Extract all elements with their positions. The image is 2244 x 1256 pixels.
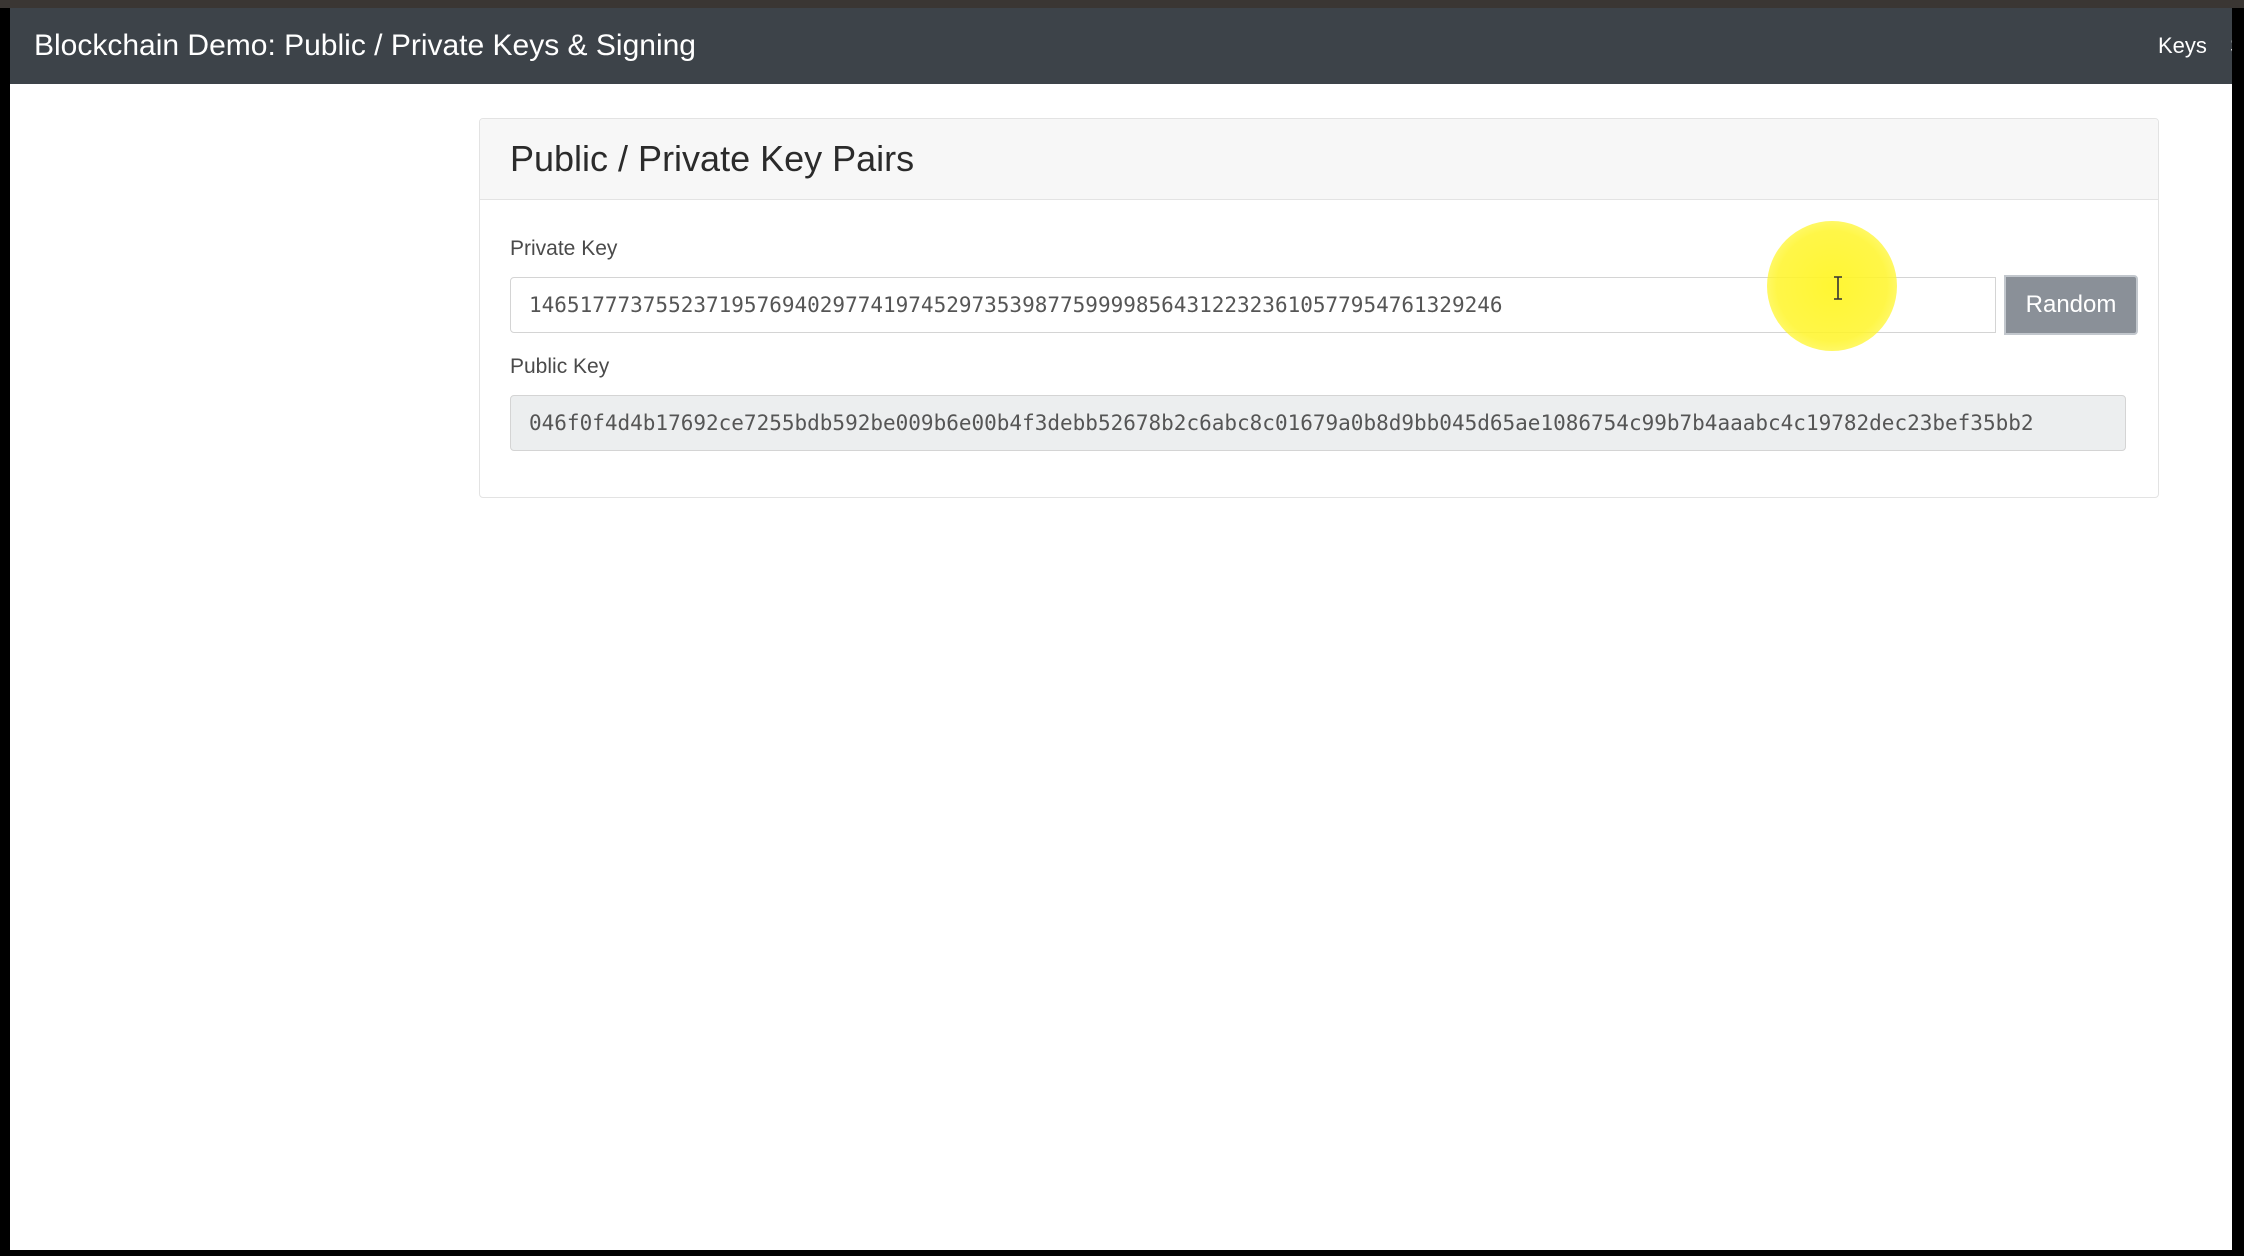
browser-viewport: Blockchain Demo: Public / Private Keys &…	[10, 8, 2232, 1250]
private-key-label: Private Key	[510, 237, 618, 260]
random-button[interactable]: Random	[2004, 275, 2138, 335]
nav-link-keys[interactable]: Keys	[2158, 8, 2207, 84]
text-cursor-ibeam-icon	[1834, 276, 1842, 300]
window-top-edge	[0, 0, 2244, 8]
key-pairs-card: Public / Private Key Pairs Private Key 1…	[479, 118, 2159, 498]
navbar-brand[interactable]: Blockchain Demo: Public / Private Keys &…	[34, 8, 696, 84]
private-key-input[interactable]: 1465177737552371957694029774197452973539…	[510, 277, 1996, 333]
navbar: Blockchain Demo: Public / Private Keys &…	[10, 8, 2232, 84]
card-header: Public / Private Key Pairs	[480, 119, 2158, 200]
card-title: Public / Private Key Pairs	[510, 138, 915, 179]
public-key-label: Public Key	[510, 355, 610, 378]
nav-link-signatures[interactable]: S	[2230, 8, 2232, 84]
public-key-field: 046f0f4d4b17692ce7255bdb592be009b6e00b4f…	[510, 395, 2126, 451]
